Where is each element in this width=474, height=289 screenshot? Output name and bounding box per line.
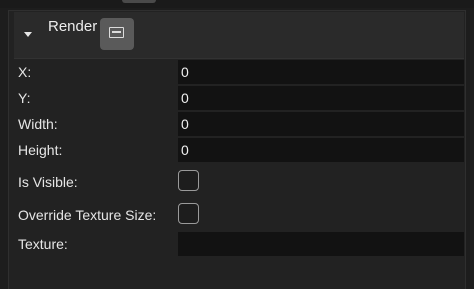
y-value: 0 (181, 90, 189, 106)
property-row-height: Height: 0 (8, 138, 466, 162)
property-row-is-visible: Is Visible: (8, 170, 466, 194)
width-input[interactable]: 0 (178, 112, 464, 136)
caret-down-icon[interactable] (24, 32, 32, 37)
texture-label: Texture: (18, 236, 68, 252)
override-texture-size-label: Override Texture Size: (18, 207, 157, 223)
texture-input[interactable] (178, 232, 464, 256)
width-value: 0 (181, 116, 189, 132)
height-value: 0 (181, 142, 189, 158)
x-value: 0 (181, 64, 189, 80)
panel-toggle-button[interactable] (100, 18, 134, 50)
x-label: X: (18, 64, 32, 80)
property-row-texture: Texture: (8, 232, 466, 256)
width-label: Width: (18, 116, 58, 132)
property-row-x: X: 0 (8, 60, 466, 84)
y-label: Y: (18, 90, 31, 106)
top-strip (0, 0, 474, 8)
x-input[interactable]: 0 (178, 60, 464, 84)
is-visible-label: Is Visible: (18, 174, 78, 190)
property-row-y: Y: 0 (8, 86, 466, 110)
properties-panel: Render X: 0 Y: 0 Width: 0 Height: 0 Is V… (0, 0, 474, 289)
panel-icon (109, 27, 124, 38)
y-input[interactable]: 0 (178, 86, 464, 110)
is-visible-checkbox[interactable] (178, 170, 199, 191)
height-input[interactable]: 0 (178, 138, 464, 162)
section-title: Render (48, 18, 98, 35)
property-row-override-texture-size: Override Texture Size: (8, 203, 466, 227)
section-header[interactable]: Render (14, 12, 464, 59)
top-handle[interactable] (122, 0, 156, 3)
height-label: Height: (18, 142, 63, 158)
override-texture-size-checkbox[interactable] (178, 203, 199, 224)
property-row-width: Width: 0 (8, 112, 466, 136)
